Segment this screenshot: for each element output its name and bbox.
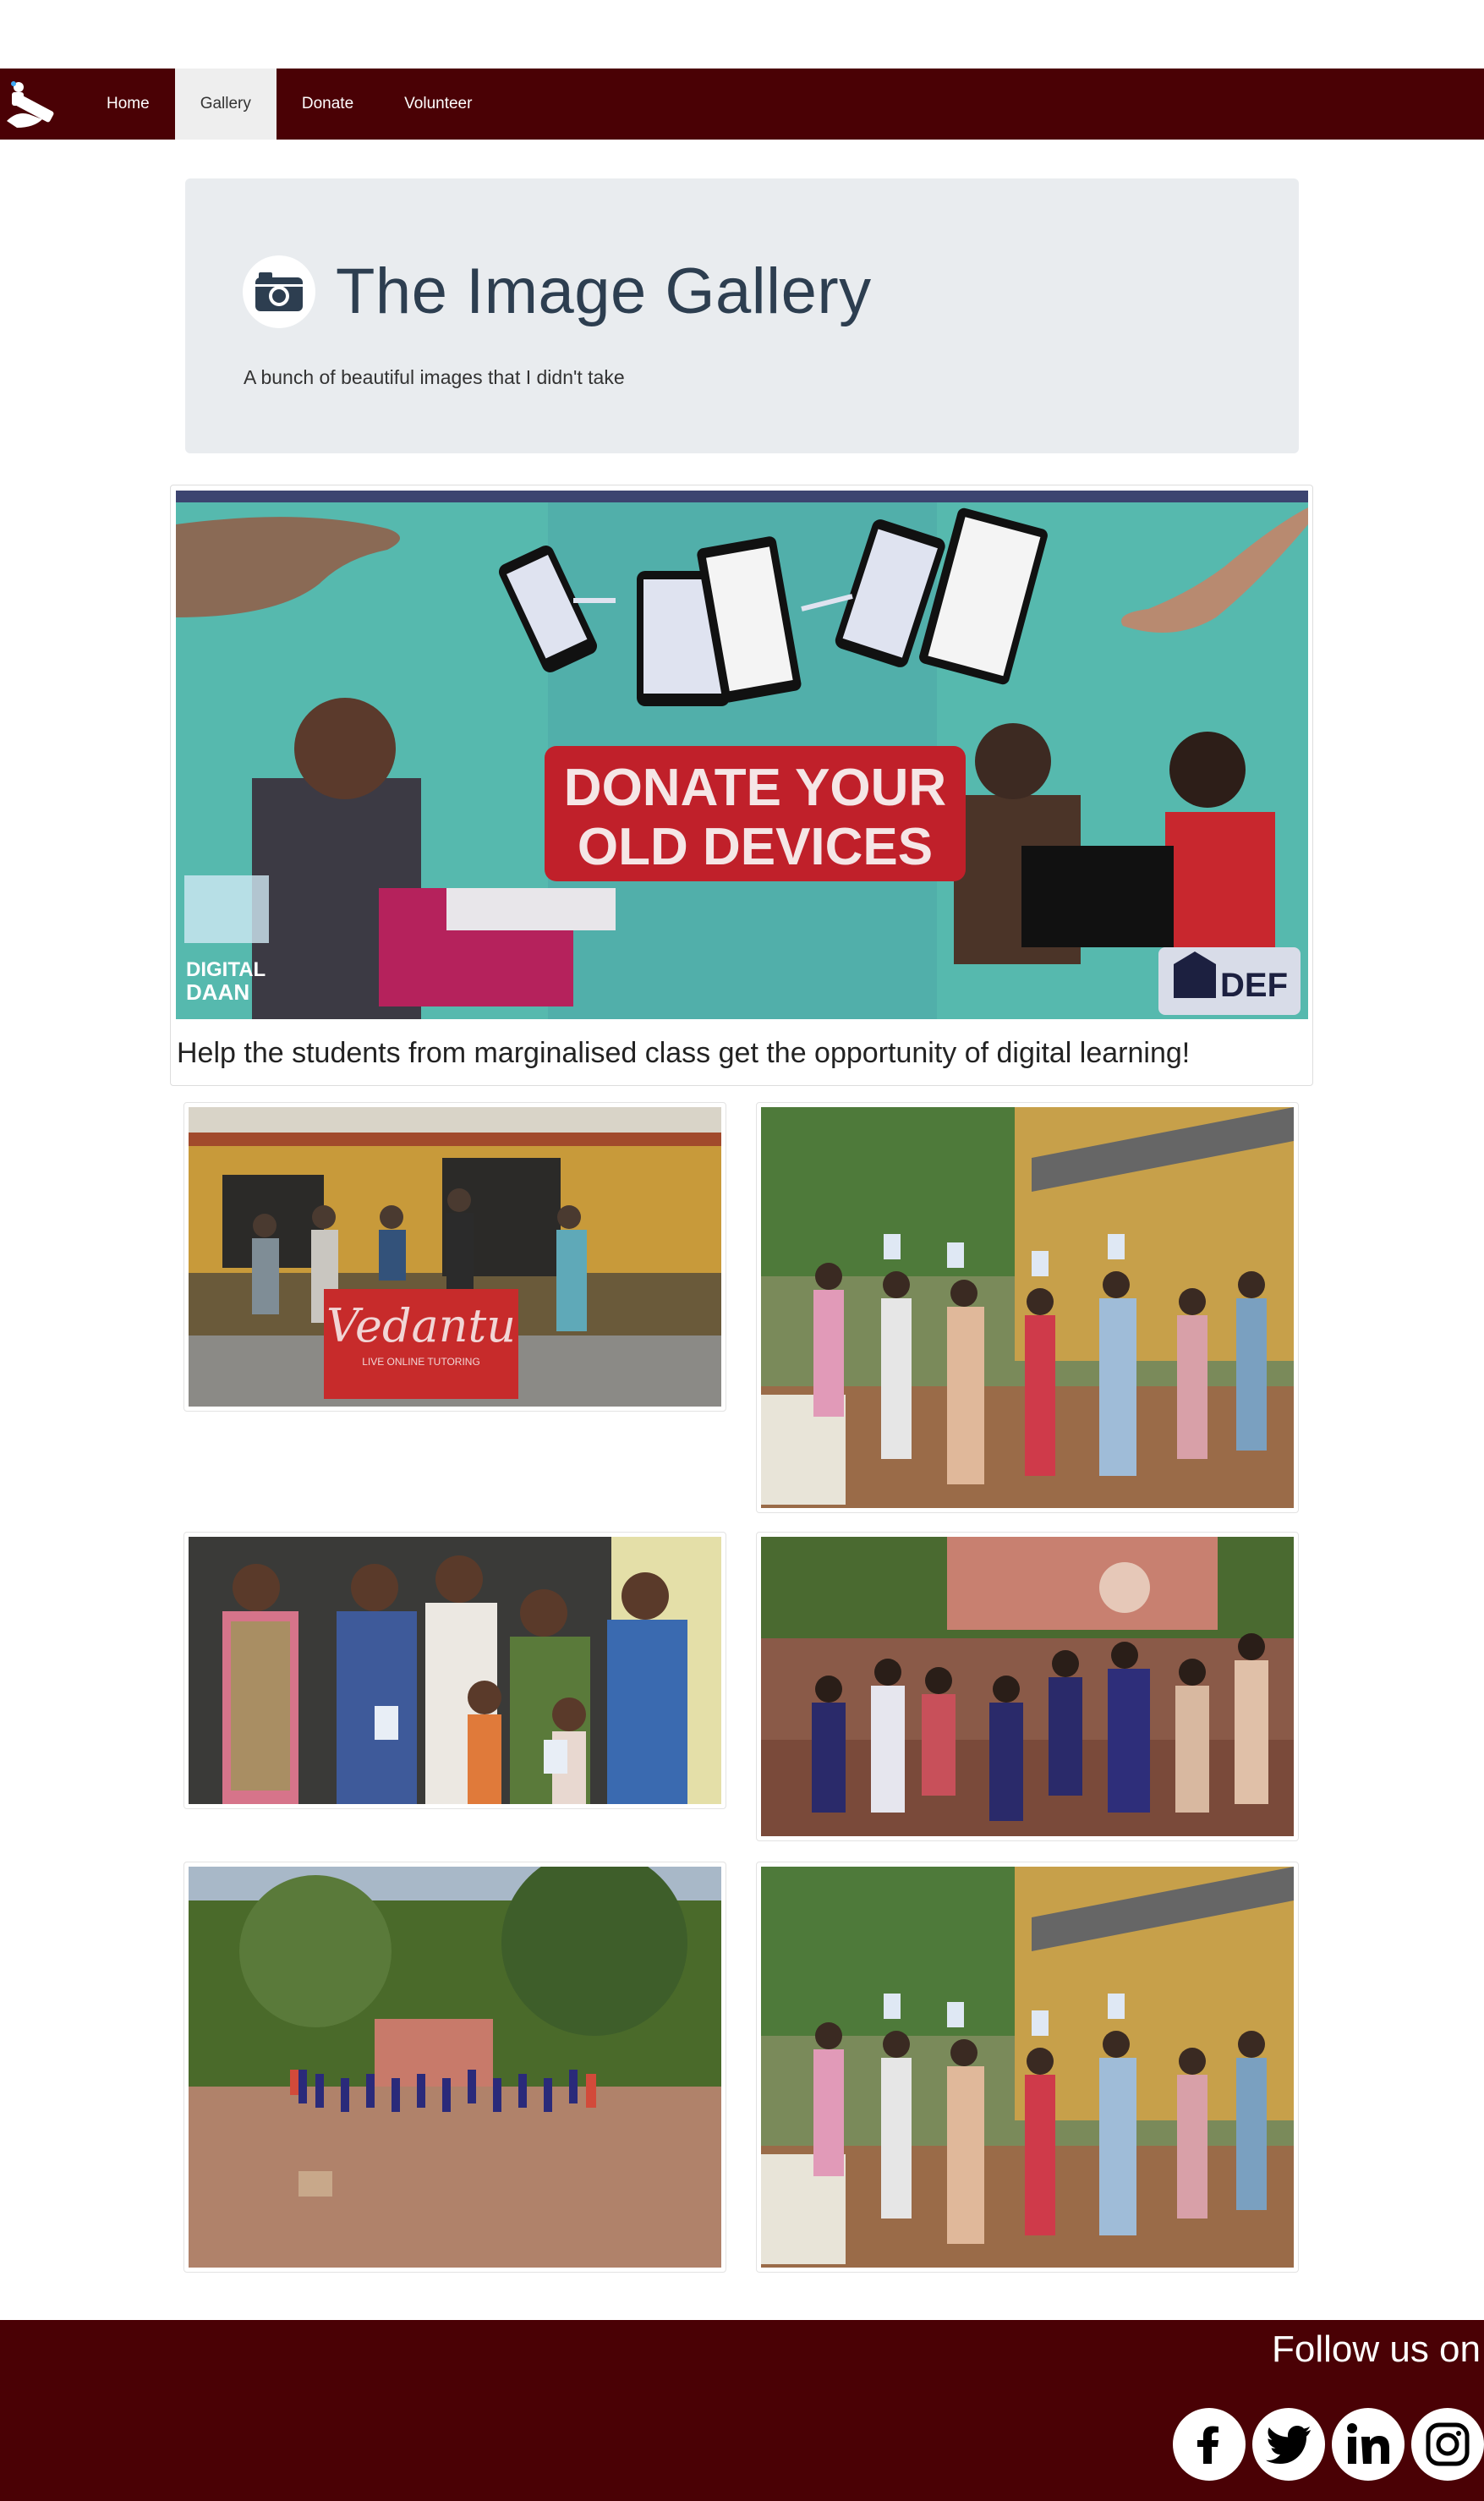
jumbotron: The Image Gallery A bunch of beautiful i… — [185, 178, 1299, 453]
linkedin-icon[interactable] — [1332, 2408, 1405, 2481]
jumbotron-heading: The Image Gallery — [243, 255, 872, 328]
page-subtitle: A bunch of beautiful images that I didn'… — [244, 366, 625, 388]
gallery-image-3[interactable] — [183, 1532, 726, 1809]
gallery-image-4[interactable] — [756, 1532, 1299, 1841]
banner-text-line2: OLD DEVICES — [578, 818, 933, 876]
vedantu-tagline: LIVE ONLINE TUTORING — [362, 1356, 480, 1368]
camera-icon — [243, 255, 315, 328]
banner-text-line1: DONATE YOUR — [564, 759, 946, 817]
family-receiving-tablet-photo — [189, 1537, 721, 1804]
social-links — [1166, 2408, 1484, 2481]
facebook-icon[interactable] — [1173, 2408, 1246, 2481]
gallery-image-2[interactable] — [756, 1102, 1299, 1513]
schoolchildren-outside-photo — [761, 1537, 1294, 1836]
page-title: The Image Gallery — [336, 255, 872, 327]
students-holding-tablets-photo-duplicate — [761, 1867, 1294, 2268]
vedantu-donation-photo: Vedantu LIVE ONLINE TUTORING — [189, 1107, 721, 1407]
gallery-image-5[interactable] — [183, 1862, 726, 2273]
digital-daan-logo-line2: DAAN — [186, 979, 249, 1005]
nav-gallery[interactable]: Gallery — [174, 69, 277, 140]
follow-us-text: Follow us on — [1271, 2328, 1481, 2370]
instagram-icon[interactable] — [1411, 2408, 1484, 2481]
featured-card: DONATE YOUR OLD DEVICES DIGITAL DAAN DEF… — [170, 485, 1313, 1086]
nav-volunteer[interactable]: Volunteer — [379, 69, 497, 140]
def-logo: DEF — [1220, 967, 1288, 1004]
twitter-icon[interactable] — [1252, 2408, 1325, 2481]
donate-devices-banner-image[interactable]: DONATE YOUR OLD DEVICES DIGITAL DAAN DEF — [176, 491, 1308, 1019]
students-holding-tablets-photo — [761, 1107, 1294, 1508]
nav-home[interactable]: Home — [81, 69, 175, 140]
navbar: Home Gallery Donate Volunteer — [0, 69, 1484, 140]
group-photo-school-grounds — [189, 1867, 721, 2268]
brand-logo[interactable] — [0, 69, 81, 140]
featured-caption: Help the students from marginalised clas… — [177, 1037, 1191, 1069]
footer: Follow us on — [0, 2320, 1484, 2501]
gallery-image-6[interactable] — [756, 1862, 1299, 2273]
vedantu-sign: Vedantu — [326, 1299, 516, 1352]
nav-donate[interactable]: Donate — [277, 69, 379, 140]
gallery-image-1[interactable]: Vedantu LIVE ONLINE TUTORING — [183, 1102, 726, 1412]
digital-daan-logo-line1: DIGITAL — [186, 958, 266, 981]
hand-tablet-logo-icon — [7, 81, 54, 128]
